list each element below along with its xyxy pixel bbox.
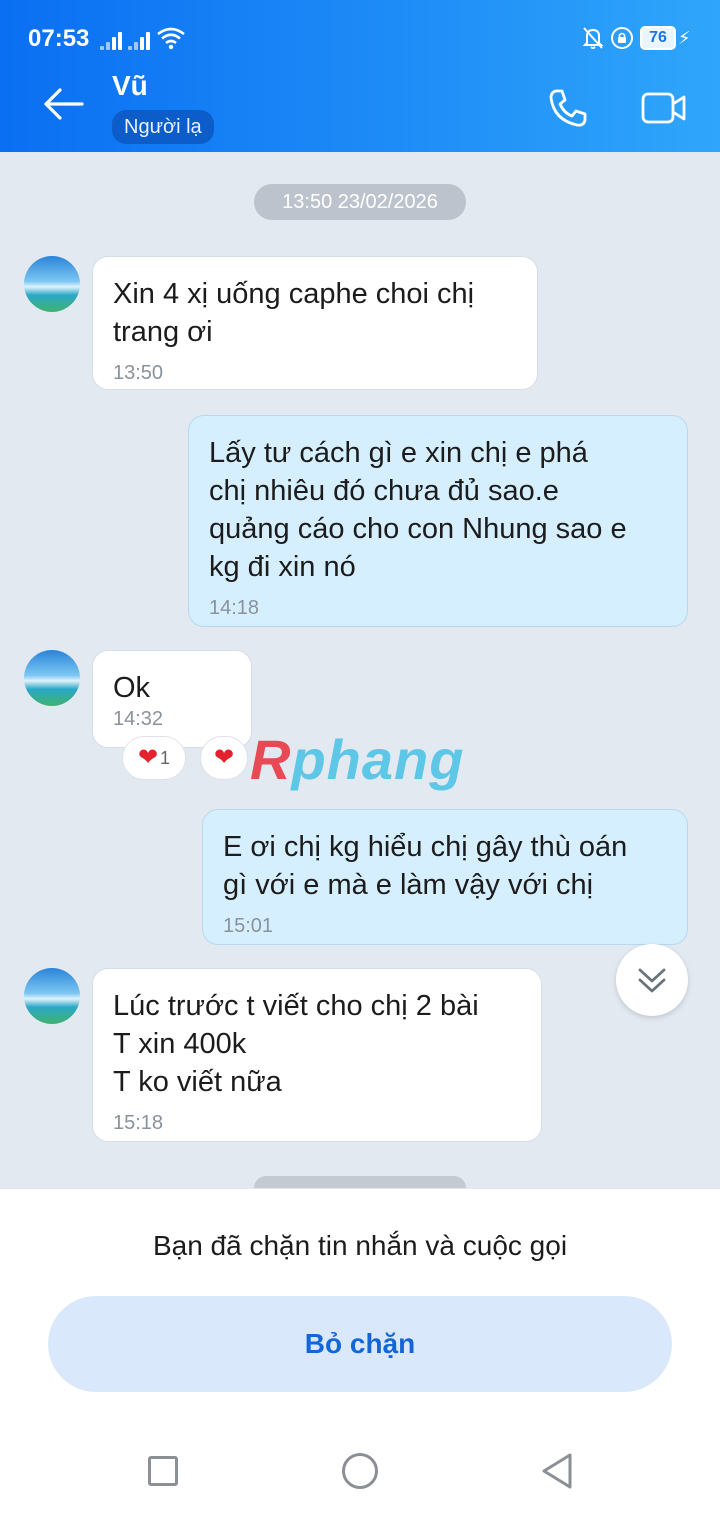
reaction-count: 1 <box>160 747 171 768</box>
message-text: Ok <box>113 672 151 704</box>
wifi-icon <box>157 27 185 50</box>
message-bubble-incoming[interactable]: Xin 4 xị uống caphe choi chị trang ơi 13… <box>92 256 538 390</box>
double-chevron-down-icon <box>638 968 666 993</box>
battery-icon: 76 <box>640 26 676 50</box>
message-text: Xin 4 xị uống caphe choi chị trang ơi <box>113 278 475 348</box>
avatar[interactable] <box>24 256 80 312</box>
phone-icon[interactable] <box>546 86 590 130</box>
message-time: 15:18 <box>113 1112 164 1134</box>
contact-name[interactable]: Vũ <box>112 70 148 102</box>
message-text: Lúc trước t viết cho chị 2 bài T xin 400… <box>113 990 479 1098</box>
date-separator: 13:50 23/02/2026 <box>254 184 466 220</box>
stranger-badge: Người lạ <box>112 110 214 144</box>
message-bubble-outgoing[interactable]: E ơi chị kg hiểu chị gây thù oán gì với … <box>202 809 688 945</box>
heart-icon: ❤ <box>213 744 235 771</box>
unblock-button[interactable]: Bỏ chặn <box>48 1296 672 1392</box>
blocked-message: Bạn đã chặn tin nhắn và cuộc gọi <box>152 1230 568 1261</box>
message-bubble-incoming[interactable]: Ok 14:32 <box>92 650 252 748</box>
avatar[interactable] <box>24 968 80 1024</box>
video-call-icon[interactable] <box>640 88 688 128</box>
message-time: 14:32 <box>113 708 164 730</box>
scroll-to-bottom-button[interactable] <box>616 944 688 1016</box>
message-text: E ơi chị kg hiểu chị gây thù oán gì với … <box>223 831 628 901</box>
heart-icon: ❤ <box>137 744 159 771</box>
avatar[interactable] <box>24 650 80 706</box>
status-bar: 07:53 76 ⚡ <box>0 0 720 56</box>
charging-icon: ⚡ <box>678 28 691 48</box>
status-time: 07:53 <box>28 25 90 52</box>
react-button[interactable]: ❤ <box>200 736 248 780</box>
lock-rotation-icon <box>611 27 633 49</box>
back-arrow-icon[interactable] <box>40 82 88 126</box>
recent-apps-icon[interactable] <box>148 1456 178 1486</box>
signal-icon <box>128 30 150 50</box>
message-text: Lấy tư cách gì e xin chị e phá chị nhiêu… <box>209 437 627 583</box>
reaction-summary[interactable]: ❤ 1 <box>122 736 186 780</box>
message-time: 13:50 <box>113 362 164 384</box>
signal-icon <box>100 30 122 50</box>
bell-muted-icon <box>582 27 604 49</box>
message-bubble-incoming[interactable]: Lúc trước t viết cho chị 2 bài T xin 400… <box>92 968 542 1142</box>
app-header: 07:53 76 ⚡ Vũ Người lạ <box>0 0 720 152</box>
message-time: 15:01 <box>223 915 274 937</box>
nav-back-icon[interactable] <box>540 1452 574 1490</box>
home-icon[interactable] <box>342 1453 378 1489</box>
watermark-logo: Rphang <box>250 728 465 791</box>
message-bubble-outgoing[interactable]: Lấy tư cách gì e xin chị e phá chị nhiêu… <box>188 415 688 627</box>
message-time: 14:18 <box>209 597 260 619</box>
